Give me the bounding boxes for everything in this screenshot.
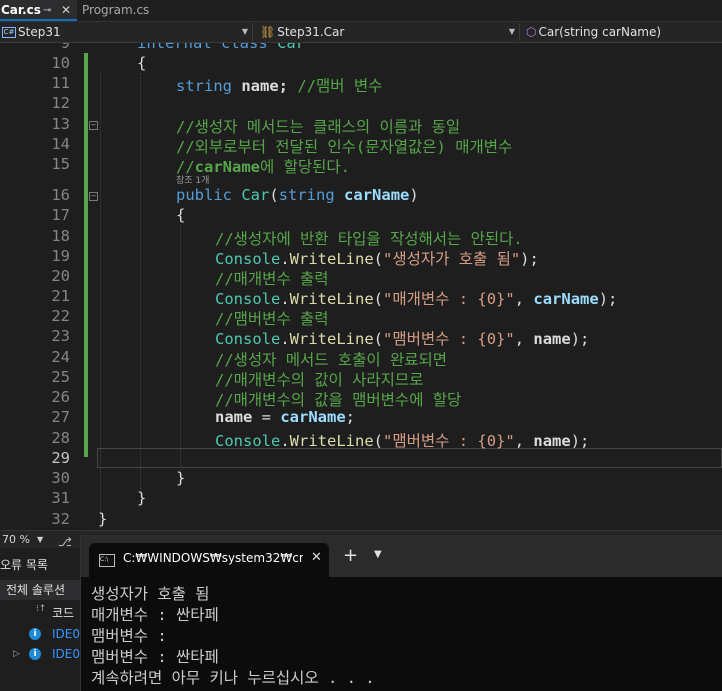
tab-label: Program.cs	[82, 3, 150, 17]
code-line-13: //생성자 메서드는 클래스의 이름과 동일	[176, 118, 461, 136]
line-number-current: 29	[51, 449, 70, 467]
tab-program-cs[interactable]: Program.cs	[78, 0, 168, 21]
line-number: 10	[51, 54, 70, 72]
class-dropdown[interactable]: ⛓ Step31.Car ▼	[258, 23, 520, 41]
project-name: Step31	[18, 25, 61, 39]
line-number: 17	[51, 206, 70, 224]
command-prompt-icon: C:\	[99, 554, 115, 567]
line-number: 14	[51, 135, 70, 153]
terminal-output-line: 맴버변수 :	[91, 627, 167, 645]
pin-icon[interactable]: ⊸	[43, 0, 51, 21]
class-name: Step31.Car	[277, 25, 345, 39]
line-number: 9	[60, 43, 70, 52]
code-line-32: }	[98, 510, 108, 528]
code-line-19: Console.WriteLine("생성자가 호출 됨");	[215, 250, 539, 268]
code-line-31: }	[137, 489, 147, 507]
line-number: 23	[51, 327, 70, 345]
info-icon: i	[29, 628, 41, 640]
code-line-9: internal class Car	[137, 43, 306, 52]
error-list-row[interactable]: ▷ i IDE00	[0, 644, 88, 664]
method-icon: ⬡	[526, 25, 537, 39]
line-number: 24	[51, 348, 70, 366]
line-number: 31	[51, 489, 70, 507]
change-indicator	[84, 53, 88, 457]
indent-guide	[140, 73, 141, 491]
line-number: 11	[51, 74, 70, 92]
line-number: 19	[51, 247, 70, 265]
dropdown-arrow-icon: ▼	[508, 27, 515, 36]
document-tab-bar: Car.cs ⊸ ✕ Program.cs	[0, 0, 722, 22]
new-tab-button[interactable]: +	[343, 545, 358, 566]
code-line-26: //매개변수의 값을 맴버변수에 할당	[215, 391, 462, 409]
zoom-dropdown[interactable]: 70 %	[0, 531, 52, 549]
member-name: Car(string carName)	[538, 25, 662, 39]
line-number: 15	[51, 155, 70, 173]
code-editor[interactable]: 9 10 11 12 13 14 15 16 17 18 19 20 21 22…	[0, 43, 722, 530]
member-dropdown[interactable]: ⬡ Car(string carName)	[524, 23, 722, 41]
code-line-14: //외부로부터 전달된 인수(문자열값은) 매개변수	[176, 138, 513, 156]
codelens-references[interactable]: 참조 1개	[176, 173, 209, 186]
terminal-window[interactable]: C:\ C:₩WINDOWS₩system32₩cm ✕ + ▼ 생성자가 호출…	[80, 535, 722, 691]
code-line-30: }	[176, 469, 186, 487]
csharp-project-icon: C#	[2, 27, 16, 38]
code-line-25: //매개변수의 값이 사라지므로	[215, 371, 424, 389]
code-line-11: string name; //맴버 변수	[176, 77, 383, 95]
code-line-16: public Car(string carName)	[176, 186, 419, 204]
expand-icon[interactable]: ▷	[13, 644, 20, 664]
line-number: 21	[51, 287, 70, 305]
terminal-output-line: 맴버변수 : 싼타페	[91, 648, 219, 666]
project-dropdown[interactable]: C# Step31 ▼	[0, 23, 253, 41]
code-line-24: //생성자 메서드 호출이 완료되면	[215, 351, 448, 369]
code-line-10: {	[137, 54, 147, 72]
class-icon: ⛓	[260, 25, 276, 39]
code-line-23: Console.WriteLine("맴버변수 : {0}", name);	[215, 330, 590, 348]
terminal-output-line: 매개변수 : 싼타페	[91, 606, 219, 624]
error-list-row[interactable]: i IDE00	[0, 624, 88, 644]
code-line-28: Console.WriteLine("맴버변수 : {0}", name);	[215, 432, 590, 450]
dropdown-arrow-icon: ▼	[241, 27, 248, 36]
close-icon[interactable]: ✕	[311, 550, 322, 565]
line-number: 20	[51, 267, 70, 285]
line-number: 26	[51, 388, 70, 406]
terminal-output-line: 계속하려면 아무 키나 누르십시오 . . .	[91, 669, 375, 687]
terminal-tab[interactable]: C:\ C:₩WINDOWS₩system32₩cm ✕	[89, 543, 329, 577]
line-number: 28	[51, 429, 70, 447]
error-scope-dropdown[interactable]: 전체 솔루션	[0, 580, 80, 600]
dropdown-arrow-icon: ▼	[37, 535, 44, 544]
indent-guide	[180, 225, 181, 470]
error-list-title: 오류 목록	[0, 558, 48, 572]
line-number: 18	[51, 227, 70, 245]
code-line-17: {	[176, 206, 186, 224]
code-line-27: name = carName;	[215, 408, 355, 426]
sort-icon[interactable]: ⁝↑	[36, 604, 46, 614]
line-number: 32	[51, 510, 70, 528]
info-icon: i	[29, 648, 41, 660]
tab-label: Car.cs	[1, 3, 41, 17]
code-line-18: //생성자에 반환 타입을 작성해서는 안된다.	[215, 230, 523, 248]
line-number: 12	[51, 94, 70, 112]
current-line-highlight	[97, 448, 722, 468]
terminal-tab-bar: C:\ C:₩WINDOWS₩system32₩cm ✕ + ▼	[81, 535, 722, 577]
fold-toggle-icon[interactable]: −	[89, 121, 98, 130]
error-list-panel: 오류 목록 전체 솔루션 ⁝↑ 코드 i IDE00 ▷ i IDE00	[0, 548, 88, 691]
line-number: 16	[51, 186, 70, 204]
close-icon[interactable]: ✕	[61, 0, 71, 21]
line-number: 13	[51, 115, 70, 133]
code-line-21: Console.WriteLine("매개변수 : {0}", carName)…	[215, 290, 618, 308]
navigation-bar: C# Step31 ▼ ⛓ Step31.Car ▼ ⬡ Car(string car…	[0, 22, 722, 43]
line-number: 30	[51, 469, 70, 487]
line-number: 25	[51, 368, 70, 386]
line-number: 22	[51, 307, 70, 325]
terminal-tab-title: C:₩WINDOWS₩system32₩cm	[123, 551, 303, 565]
terminal-output-line: 생성자가 호출 됨	[91, 585, 210, 603]
line-number: 27	[51, 408, 70, 426]
code-line-22: //맴버변수 출력	[215, 310, 329, 328]
fold-toggle-icon[interactable]: −	[89, 192, 98, 201]
column-header-code[interactable]: 코드	[52, 604, 74, 621]
chevron-down-icon[interactable]: ▼	[374, 549, 382, 560]
code-line-20: //매개변수 출력	[215, 270, 329, 288]
tab-car-cs[interactable]: Car.cs ⊸ ✕	[0, 0, 77, 21]
